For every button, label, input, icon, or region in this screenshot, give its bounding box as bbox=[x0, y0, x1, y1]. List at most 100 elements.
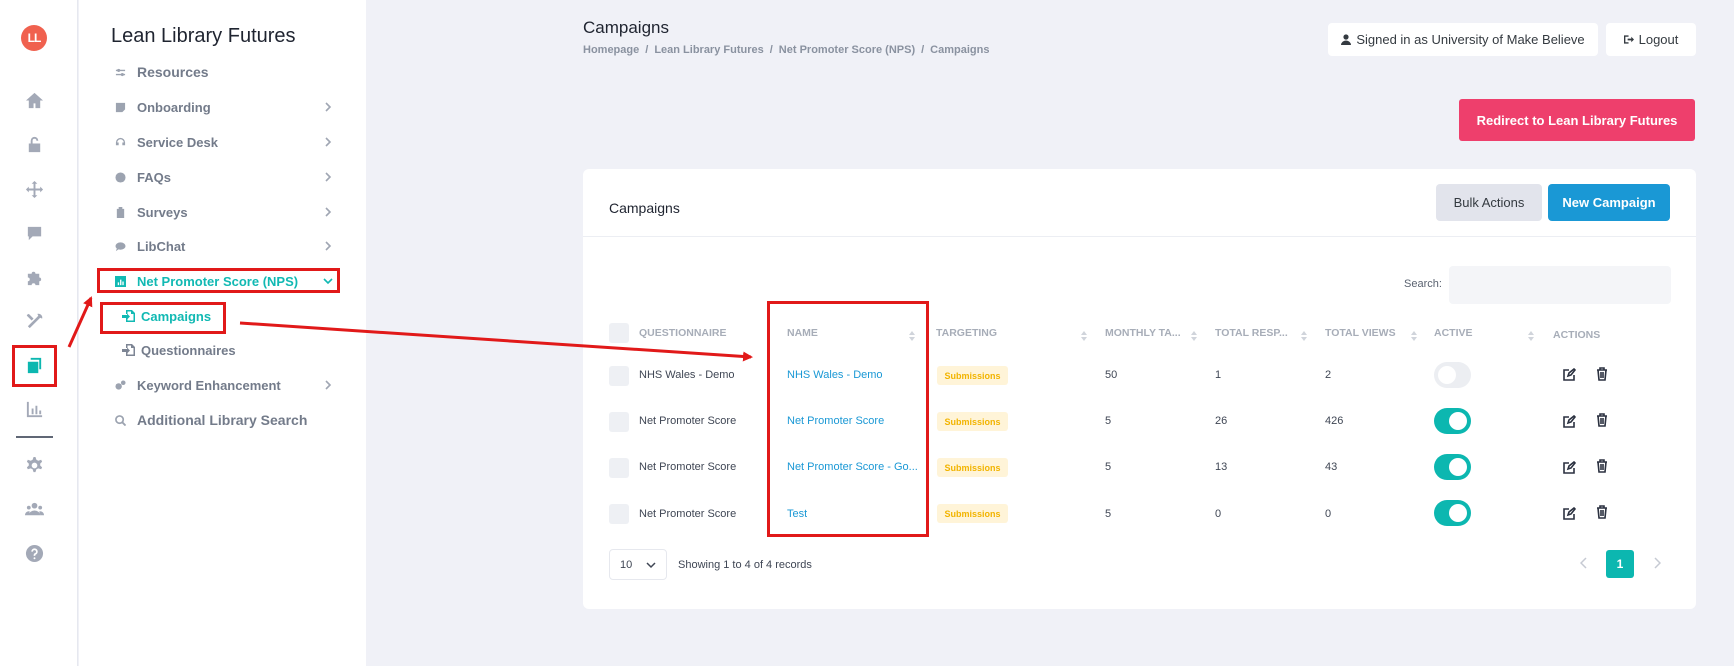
subitem-questionnaires[interactable]: Questionnaires bbox=[122, 339, 236, 361]
cell-total-views: 2 bbox=[1325, 369, 1332, 381]
sort-icon bbox=[1191, 331, 1197, 341]
comment-icon[interactable] bbox=[22, 221, 46, 245]
cell-monthly-target: 5 bbox=[1105, 508, 1112, 520]
cell-total-views: 0 bbox=[1325, 508, 1332, 520]
trash-icon[interactable] bbox=[1594, 412, 1610, 428]
home-icon[interactable] bbox=[22, 88, 46, 112]
next-page-icon[interactable] bbox=[1653, 556, 1665, 572]
targeting-badge: Submissions bbox=[937, 412, 1008, 431]
col-questionnaire[interactable]: QUESTIONNAIRE bbox=[639, 327, 727, 339]
cell-total-responses: 1 bbox=[1215, 369, 1222, 381]
sidebar-item-resources[interactable]: Resources bbox=[115, 61, 335, 83]
breadcrumb-item[interactable]: Net Promoter Score (NPS) bbox=[779, 44, 915, 56]
sidebar-item-label: LibChat bbox=[137, 238, 186, 254]
edit-icon[interactable] bbox=[1561, 506, 1577, 522]
chevron-right-icon bbox=[321, 378, 335, 392]
active-toggle[interactable] bbox=[1434, 454, 1471, 480]
puzzle-icon[interactable] bbox=[22, 265, 46, 289]
row-checkbox[interactable] bbox=[609, 504, 629, 524]
tools-icon[interactable] bbox=[22, 309, 46, 333]
col-total-responses[interactable]: TOTAL RESP... bbox=[1215, 327, 1288, 339]
targeting-badge: Submissions bbox=[937, 458, 1008, 477]
sidebar-item-faqs[interactable]: FAQs bbox=[115, 166, 335, 188]
search-input[interactable] bbox=[1449, 266, 1671, 304]
edit-icon[interactable] bbox=[1561, 414, 1577, 430]
redirect-button[interactable]: Redirect to Lean Library Futures bbox=[1459, 99, 1695, 141]
sidebar-item-additional-search[interactable]: Additional Library Search bbox=[115, 409, 335, 431]
col-total-views[interactable]: TOTAL VIEWS bbox=[1325, 327, 1396, 339]
app-logo[interactable]: LL bbox=[21, 25, 47, 51]
sidebar-item-libchat[interactable]: LibChat bbox=[115, 235, 335, 257]
records-info: Showing 1 to 4 of 4 records bbox=[678, 559, 812, 571]
cell-monthly-target: 50 bbox=[1105, 369, 1118, 381]
cell-total-responses: 26 bbox=[1215, 415, 1228, 427]
cell-questionnaire: Net Promoter Score bbox=[639, 461, 737, 473]
sidebar-item-label: Surveys bbox=[137, 204, 188, 220]
sidebar-title: Lean Library Futures bbox=[111, 25, 296, 47]
breadcrumb-item[interactable]: Lean Library Futures bbox=[654, 44, 763, 56]
trash-icon[interactable] bbox=[1594, 504, 1610, 520]
breadcrumb-item[interactable]: Homepage bbox=[583, 44, 639, 56]
col-targeting[interactable]: TARGETING bbox=[936, 327, 997, 339]
user-icon bbox=[1341, 34, 1352, 45]
users-icon[interactable] bbox=[22, 497, 46, 521]
help-icon[interactable] bbox=[22, 541, 46, 565]
sidebar-item-keyword-enhancement[interactable]: Keyword Enhancement bbox=[115, 374, 335, 396]
cell-total-responses: 13 bbox=[1215, 461, 1228, 473]
sidebar-item-label: FAQs bbox=[137, 169, 171, 185]
bulk-actions-button[interactable]: Bulk Actions bbox=[1436, 184, 1542, 221]
prev-page-icon[interactable] bbox=[1579, 556, 1592, 572]
question-icon bbox=[115, 171, 126, 183]
edit-icon[interactable] bbox=[1561, 367, 1577, 383]
chevron-down-icon bbox=[646, 562, 656, 569]
page-title: Campaigns bbox=[583, 18, 669, 37]
signed-in-button[interactable]: Signed in as University of Make Believe bbox=[1328, 23, 1598, 56]
campaigns-card: Campaigns Bulk Actions New Campaign Sear… bbox=[583, 169, 1696, 609]
highlight-box-nps bbox=[97, 268, 340, 293]
row-checkbox[interactable] bbox=[609, 458, 629, 478]
cell-total-responses: 0 bbox=[1215, 508, 1222, 520]
headset-icon bbox=[115, 137, 126, 148]
page-length-select[interactable]: 10 bbox=[609, 549, 667, 580]
sidebar-item-label: Resources bbox=[137, 64, 209, 80]
row-checkbox[interactable] bbox=[609, 366, 629, 386]
signed-in-label: Signed in as University of Make Believe bbox=[1356, 32, 1585, 47]
note-icon bbox=[115, 102, 126, 113]
trash-icon[interactable] bbox=[1594, 458, 1610, 474]
icon-rail: LL bbox=[0, 0, 78, 666]
chart-icon[interactable] bbox=[22, 397, 46, 421]
sidebar-item-onboarding[interactable]: Onboarding bbox=[115, 96, 335, 118]
edit-icon[interactable] bbox=[1561, 460, 1577, 476]
row-checkbox[interactable] bbox=[609, 412, 629, 432]
page-number-button[interactable]: 1 bbox=[1606, 550, 1634, 578]
sidebar-item-surveys[interactable]: Surveys bbox=[115, 201, 335, 223]
chevron-right-icon bbox=[321, 170, 335, 184]
col-actions: ACTIONS bbox=[1553, 329, 1601, 341]
col-active[interactable]: ACTIVE bbox=[1434, 327, 1473, 339]
cell-total-views: 426 bbox=[1325, 415, 1344, 427]
breadcrumb-item: Campaigns bbox=[930, 44, 990, 56]
select-all-checkbox[interactable] bbox=[609, 323, 629, 343]
new-campaign-button[interactable]: New Campaign bbox=[1548, 184, 1670, 221]
col-monthly-target[interactable]: MONTHLY TA... bbox=[1105, 327, 1181, 339]
page-length-value: 10 bbox=[620, 558, 633, 571]
active-toggle[interactable] bbox=[1434, 408, 1471, 434]
sidebar-item-service-desk[interactable]: Service Desk bbox=[115, 131, 335, 153]
clipboard-icon bbox=[115, 206, 126, 218]
unlock-icon[interactable] bbox=[22, 132, 46, 156]
search-plus-icon bbox=[115, 414, 126, 426]
chevron-right-icon bbox=[321, 239, 335, 253]
logout-button[interactable]: Logout bbox=[1606, 23, 1696, 56]
card-divider bbox=[583, 236, 1696, 237]
move-icon[interactable] bbox=[22, 177, 46, 201]
active-toggle[interactable] bbox=[1434, 362, 1471, 388]
sort-icon bbox=[1081, 331, 1087, 341]
sidebar-item-label: Service Desk bbox=[137, 134, 218, 150]
targeting-badge: Submissions bbox=[937, 366, 1008, 385]
search-label: Search: bbox=[1404, 278, 1442, 290]
gear-icon[interactable] bbox=[22, 453, 46, 477]
cell-monthly-target: 5 bbox=[1105, 461, 1112, 473]
active-toggle[interactable] bbox=[1434, 500, 1471, 526]
trash-icon[interactable] bbox=[1594, 366, 1610, 382]
sliders-icon bbox=[115, 67, 126, 78]
